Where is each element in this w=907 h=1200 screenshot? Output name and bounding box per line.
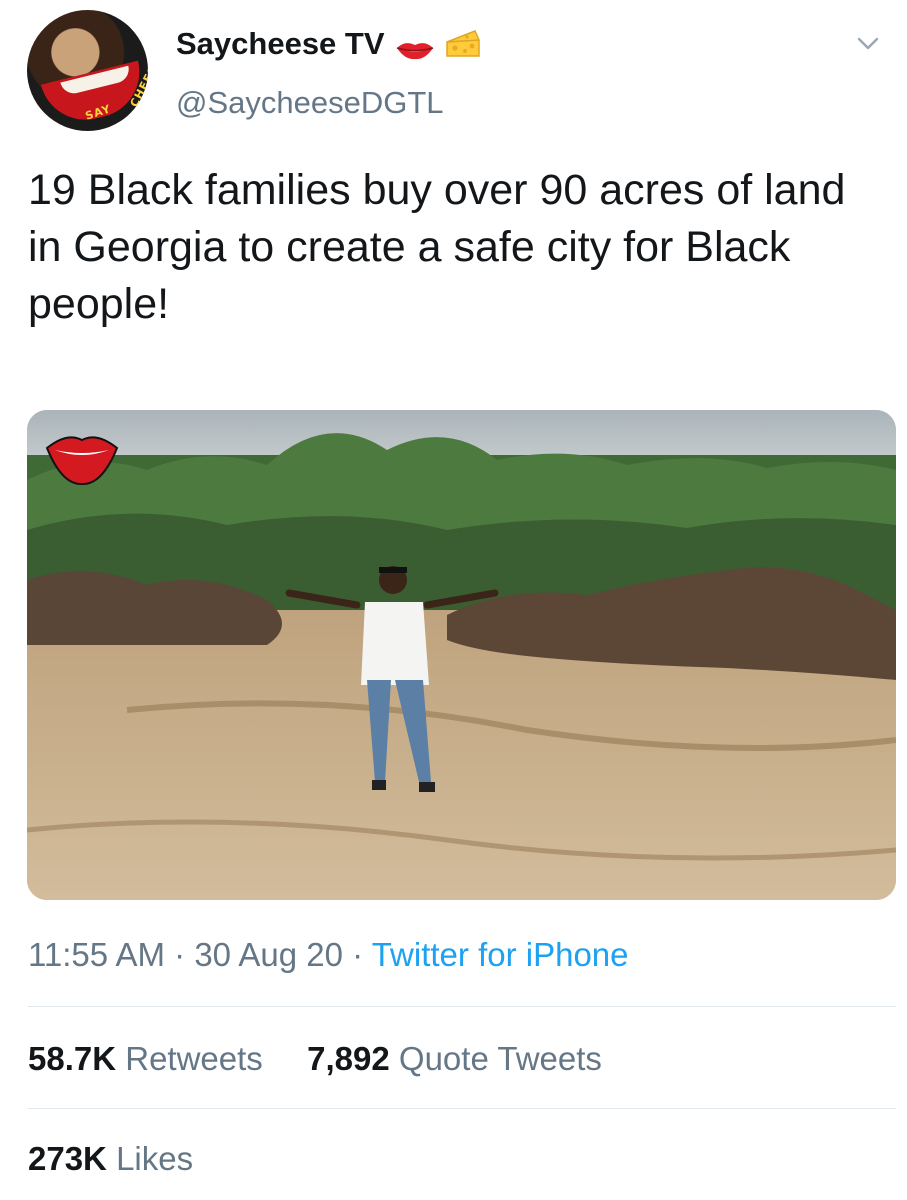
likes-label: Likes <box>116 1140 194 1177</box>
display-name-row[interactable]: Saycheese TV <box>176 26 481 62</box>
tweet-photo[interactable] <box>27 410 896 900</box>
avatar[interactable]: SAY CHEESE <box>27 10 148 131</box>
display-name[interactable]: Saycheese TV <box>176 26 385 62</box>
quotes-count: 7,892 <box>307 1040 390 1077</box>
divider <box>28 1108 896 1109</box>
engagement-stats: 58.7K Retweets 7,892 Quote Tweets <box>28 1040 602 1078</box>
tweet-source-link[interactable]: Twitter for iPhone <box>372 936 629 973</box>
tweet-text: 19 Black families buy over 90 acres of l… <box>28 166 846 328</box>
meta-separator: · <box>174 936 195 973</box>
meta-separator: · <box>352 936 372 973</box>
divider <box>28 1006 896 1007</box>
tweet-meta: 11:55 AM · 30 Aug 20 · Twitter for iPhon… <box>28 936 629 974</box>
likes-stat[interactable]: 273K Likes <box>28 1140 193 1178</box>
tweet-time[interactable]: 11:55 AM <box>28 936 165 973</box>
user-handle[interactable]: @SaycheeseDGTL <box>176 85 444 121</box>
quotes-label: Quote Tweets <box>398 1040 602 1077</box>
photo-scene <box>27 410 896 900</box>
lips-emoji-icon <box>395 33 435 60</box>
retweets-label: Retweets <box>125 1040 263 1077</box>
quotes-stat[interactable]: 7,892 Quote Tweets <box>307 1040 602 1077</box>
chevron-down-icon[interactable] <box>855 30 881 56</box>
cheese-emoji-icon <box>445 28 481 60</box>
likes-count: 273K <box>28 1140 107 1177</box>
retweets-count: 58.7K <box>28 1040 117 1077</box>
retweets-stat[interactable]: 58.7K Retweets <box>28 1040 263 1077</box>
tweet-date[interactable]: 30 Aug 20 <box>194 936 343 973</box>
